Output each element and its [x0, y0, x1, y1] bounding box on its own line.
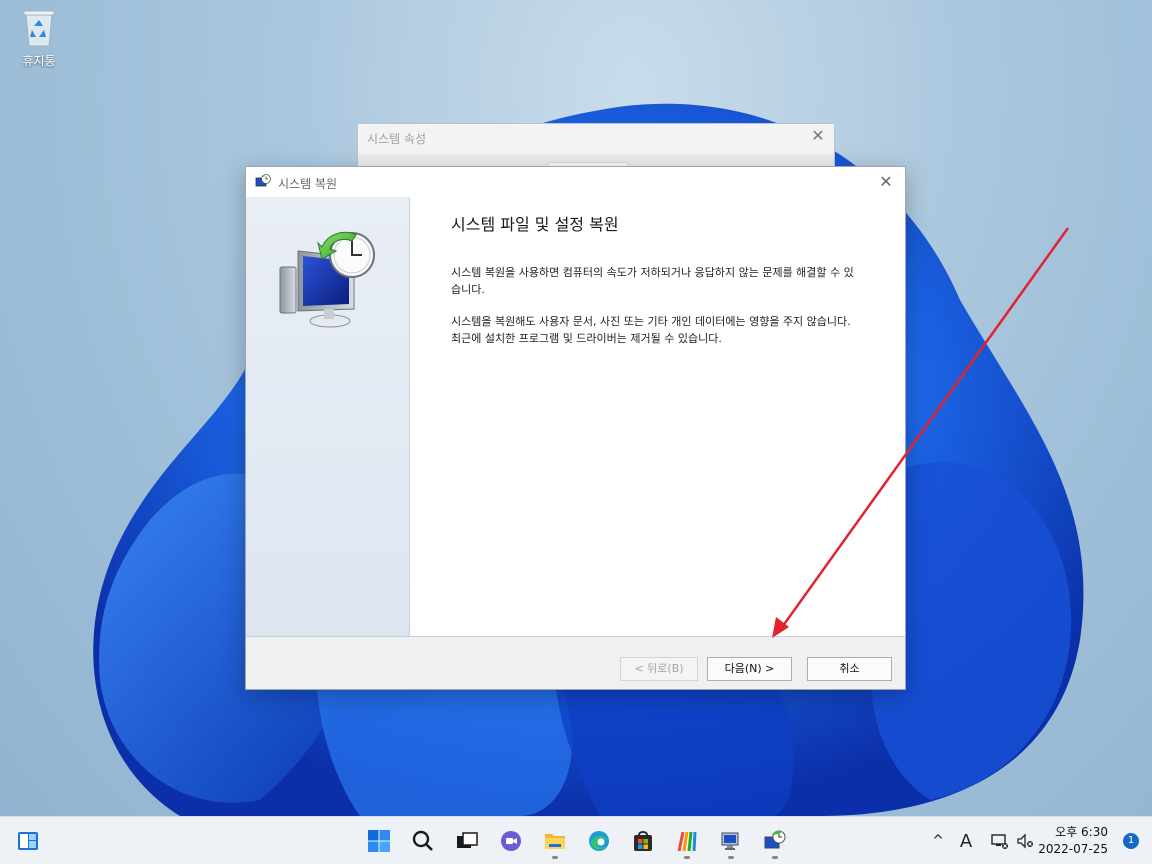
next-button[interactable]: 다음(N) >: [707, 657, 792, 681]
notification-badge[interactable]: 1: [1123, 833, 1139, 849]
cancel-button[interactable]: 취소: [807, 657, 892, 681]
network-icon[interactable]: [988, 817, 1010, 864]
description-paragraph: 시스템을 복원해도 사용자 문서, 사진 또는 기타 개인 데이터에는 영향을 …: [451, 315, 851, 345]
dialog-side-panel: [246, 197, 410, 636]
back-button[interactable]: < 뒤로(B): [620, 657, 698, 681]
chat-icon[interactable]: [495, 825, 527, 857]
dialog-titlebar[interactable]: 시스템 복원 ✕: [246, 167, 905, 197]
recycle-bin-shortcut[interactable]: 휴지통: [12, 8, 66, 69]
clock-time: 오후 6:30: [1055, 825, 1108, 839]
task-view-icon[interactable]: [451, 825, 483, 857]
dialog-content: 시스템 파일 및 설정 복원 시스템 복원을 사용하면 컴퓨터의 속도가 저하되…: [451, 211, 861, 362]
taskbar: ^ A 오후 6:30 2022-07-25 1: [0, 816, 1152, 864]
widgets-icon[interactable]: [12, 825, 44, 857]
system-restore-dialog: 시스템 복원 ✕ 시스템 파일 및 설정 복원 시스템 복원을 사용하면 컴퓨터…: [245, 166, 906, 690]
app-icon[interactable]: [671, 825, 703, 859]
system-restore-icon: [255, 174, 271, 187]
system-clock[interactable]: 오후 6:30 2022-07-25: [1038, 824, 1108, 858]
running-indicator: [552, 856, 558, 859]
system-restore-icon[interactable]: [759, 825, 791, 859]
ime-indicator[interactable]: A: [956, 817, 976, 864]
close-icon[interactable]: ✕: [808, 126, 828, 145]
start-icon[interactable]: [363, 825, 395, 857]
chevron-up-icon[interactable]: ^: [928, 817, 948, 864]
clock-date: 2022-07-25: [1038, 842, 1108, 856]
store-icon[interactable]: [627, 825, 659, 857]
page-heading: 시스템 파일 및 설정 복원: [451, 215, 619, 234]
search-icon[interactable]: [407, 825, 439, 857]
file-explorer-icon[interactable]: [539, 825, 571, 859]
dialog-footer: < 뒤로(B) 다음(N) > 취소: [246, 636, 905, 689]
description-paragraph: 시스템 복원을 사용하면 컴퓨터의 속도가 저하되거나 응답하지 않는 문제를 …: [451, 266, 854, 296]
running-indicator: [684, 856, 690, 859]
close-icon[interactable]: ✕: [875, 171, 897, 193]
recycle-bin-label: 휴지통: [22, 54, 56, 68]
system-properties-icon[interactable]: [715, 825, 747, 859]
system-restore-hero-icon: [279, 231, 375, 328]
dialog-title: 시스템 복원: [278, 177, 338, 191]
volume-muted-icon[interactable]: [1014, 817, 1036, 864]
edge-icon[interactable]: [583, 825, 615, 857]
running-indicator: [772, 856, 778, 859]
recycle-bin-icon: [22, 8, 56, 48]
system-properties-title: 시스템 속성: [367, 132, 427, 146]
running-indicator: [728, 856, 734, 859]
